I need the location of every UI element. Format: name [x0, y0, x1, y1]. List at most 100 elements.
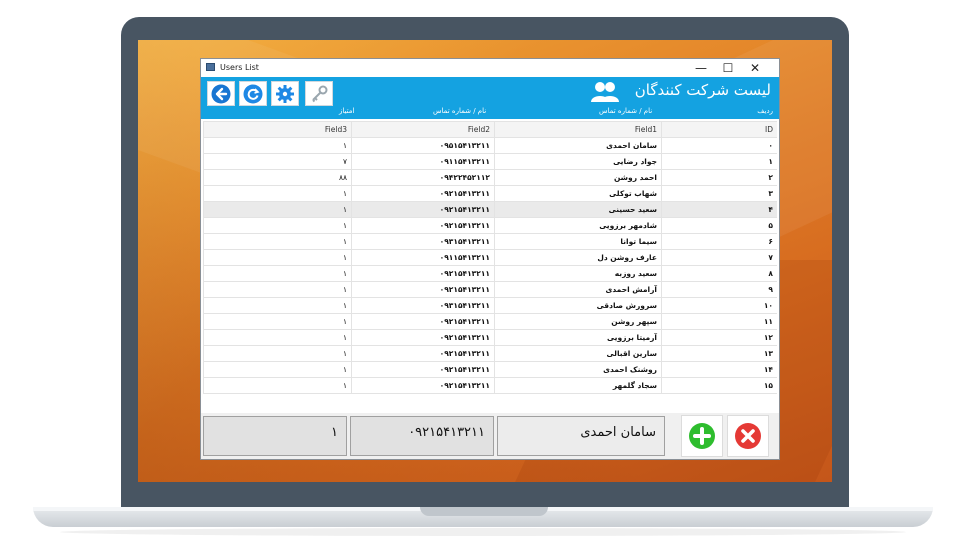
laptop-notch	[420, 507, 548, 516]
column-header-field1[interactable]: Field1	[494, 121, 662, 138]
phone-cell: ۰۹۲۱۵۴۱۳۲۱۱	[351, 377, 495, 394]
name-cell: سجاد گلمهر	[494, 377, 662, 394]
name-cell: احمد روشن	[494, 169, 662, 186]
table-row[interactable]: ۷ ۰۹۱۱۵۴۱۳۲۱۱ جواد رضایی ۱	[203, 153, 777, 170]
score-cell: ۱	[203, 233, 352, 250]
page-title: لیست شرکت کنندگان	[634, 81, 771, 99]
id-cell: ۶	[661, 233, 777, 250]
phone-cell: ۰۹۲۱۵۴۱۳۲۱۱	[351, 281, 495, 298]
table-row[interactable]: ۸۸ ۰۹۴۲۲۴۵۲۱۱۲ احمد روشن ۲	[203, 169, 777, 186]
phone-cell: ۰۹۴۲۲۴۵۲۱۱۲	[351, 169, 495, 186]
header-col-name: نام / شماره تماس	[599, 107, 653, 115]
table-row[interactable]: ۱ ۰۹۳۱۵۴۱۳۲۱۱ سیما توانا ۶	[203, 233, 777, 250]
table-row[interactable]: ۱ ۰۹۲۱۵۴۱۳۲۱۱ سعید حسینی ۴	[203, 201, 777, 218]
id-cell: ۱۵	[661, 377, 777, 394]
header-col-score: امتیاز	[339, 107, 355, 115]
name-field[interactable]: سامان احمدی	[497, 416, 665, 456]
header-bar: لیست شرکت کنندگان امتیاز نام / شماره تما…	[201, 77, 779, 119]
id-cell: ۱۰	[661, 297, 777, 314]
grid-header-row: Field3 Field2 Field1 ID	[203, 121, 777, 138]
phone-cell: ۰۹۲۱۵۴۱۳۲۱۱	[351, 217, 495, 234]
name-cell: آرمیتا برزویی	[494, 329, 662, 346]
table-row[interactable]: ۱ ۰۹۲۱۵۴۱۳۲۱۱ سارین اقبالی ۱۳	[203, 345, 777, 362]
phone-cell: ۰۹۲۱۵۴۱۳۲۱۱	[351, 201, 495, 218]
phone-cell: ۰۹۱۱۵۴۱۳۲۱۱	[351, 153, 495, 170]
id-cell: ۱۱	[661, 313, 777, 330]
phone-cell: ۰۹۵۱۵۴۱۳۲۱۱	[351, 137, 495, 154]
settings-button[interactable]	[271, 81, 299, 106]
table-row[interactable]: ۱ ۰۹۵۱۵۴۱۳۲۱۱ سامان احمدی ۰	[203, 137, 777, 154]
id-cell: ۰	[661, 137, 777, 154]
close-button[interactable]: ✕	[743, 60, 767, 76]
table-row[interactable]: ۱ ۰۹۲۱۵۴۱۳۲۱۱ آرمیتا برزویی ۱۲	[203, 329, 777, 346]
add-button[interactable]	[681, 415, 723, 457]
phone-field[interactable]: ۰۹۲۱۵۴۱۳۲۱۱	[350, 416, 494, 456]
score-cell: ۱	[203, 377, 352, 394]
name-cell: شادمهر برزویی	[494, 217, 662, 234]
table-row[interactable]: ۱ ۰۹۳۱۵۴۱۳۲۱۱ سرورش صادقی ۱۰	[203, 297, 777, 314]
id-cell: ۱۳	[661, 345, 777, 362]
header-col-row: ردیف	[757, 107, 773, 115]
phone-cell: ۰۹۲۱۵۴۱۳۲۱۱	[351, 361, 495, 378]
table-row[interactable]: ۱ ۰۹۲۱۵۴۱۳۲۱۱ آرامش احمدی ۹	[203, 281, 777, 298]
delete-button[interactable]	[727, 415, 769, 457]
table-row[interactable]: ۱ ۰۹۲۱۵۴۱۳۲۱۱ سعید روزبه ۸	[203, 265, 777, 282]
key-button[interactable]	[305, 81, 333, 106]
back-arrow-icon	[211, 84, 231, 104]
id-cell: ۳	[661, 185, 777, 202]
table-row[interactable]: ۱ ۰۹۱۱۵۴۱۳۲۱۱ عارف روشن دل ۷	[203, 249, 777, 266]
name-cell: آرامش احمدی	[494, 281, 662, 298]
name-cell: سپهر روشن	[494, 313, 662, 330]
name-cell: سارین اقبالی	[494, 345, 662, 362]
gear-icon	[276, 85, 294, 103]
title-bar: Users List — ☐ ✕	[201, 59, 779, 77]
score-cell: ۱	[203, 249, 352, 266]
edit-panel: ۱ ۰۹۲۱۵۴۱۳۲۱۱ سامان احمدی	[201, 413, 779, 459]
phone-cell: ۰۹۳۱۵۴۱۳۲۱۱	[351, 297, 495, 314]
id-cell: ۹	[661, 281, 777, 298]
score-cell: ۱	[203, 201, 352, 218]
column-header-field2[interactable]: Field2	[351, 121, 495, 138]
name-cell: جواد رضایی	[494, 153, 662, 170]
score-cell: ۱	[203, 281, 352, 298]
table-row[interactable]: ۱ ۰۹۲۱۵۴۱۳۲۱۱ سجاد گلمهر ۱۵	[203, 377, 777, 394]
users-icon	[591, 82, 619, 102]
delete-icon	[735, 423, 761, 449]
score-cell: ۱	[203, 265, 352, 282]
column-header-field3[interactable]: Field3	[203, 121, 352, 138]
add-icon	[689, 423, 715, 449]
phone-cell: ۰۹۳۱۵۴۱۳۲۱۱	[351, 233, 495, 250]
id-cell: ۱۲	[661, 329, 777, 346]
app-icon	[206, 63, 215, 71]
users-grid[interactable]: Field3 Field2 Field1 ID ۱ ۰۹۵۱۵۴۱۳۲۱۱ ساما…	[203, 121, 777, 411]
score-cell: ۱	[203, 185, 352, 202]
table-row[interactable]: ۱ ۰۹۲۱۵۴۱۳۲۱۱ شهاب توکلی ۳	[203, 185, 777, 202]
phone-cell: ۰۹۲۱۵۴۱۳۲۱۱	[351, 345, 495, 362]
refresh-button[interactable]	[239, 81, 267, 106]
id-cell: ۲	[661, 169, 777, 186]
table-row[interactable]: ۱ ۰۹۲۱۵۴۱۳۲۱۱ سپهر روشن ۱۱	[203, 313, 777, 330]
id-cell: ۸	[661, 265, 777, 282]
id-cell: ۱۴	[661, 361, 777, 378]
id-cell: ۴	[661, 201, 777, 218]
phone-cell: ۰۹۲۱۵۴۱۳۲۱۱	[351, 313, 495, 330]
score-cell: ۱	[203, 361, 352, 378]
phone-cell: ۰۹۲۱۵۴۱۳۲۱۱	[351, 329, 495, 346]
table-row[interactable]: ۱ ۰۹۲۱۵۴۱۳۲۱۱ شادمهر برزویی ۵	[203, 217, 777, 234]
score-cell: ۱	[203, 217, 352, 234]
id-cell: ۱	[661, 153, 777, 170]
name-cell: سعید روزبه	[494, 265, 662, 282]
minimize-button[interactable]: —	[689, 60, 713, 76]
name-cell: سرورش صادقی	[494, 297, 662, 314]
refresh-icon	[243, 84, 263, 104]
name-cell: عارف روشن دل	[494, 249, 662, 266]
score-field[interactable]: ۱	[203, 416, 347, 456]
phone-cell: ۰۹۱۱۵۴۱۳۲۱۱	[351, 249, 495, 266]
phone-cell: ۰۹۲۱۵۴۱۳۲۱۱	[351, 185, 495, 202]
maximize-button[interactable]: ☐	[716, 60, 740, 76]
column-header-id[interactable]: ID	[661, 121, 777, 138]
table-row[interactable]: ۱ ۰۹۲۱۵۴۱۳۲۱۱ روشنک احمدی ۱۴	[203, 361, 777, 378]
name-cell: سامان احمدی	[494, 137, 662, 154]
score-cell: ۷	[203, 153, 352, 170]
back-button[interactable]	[207, 81, 235, 106]
